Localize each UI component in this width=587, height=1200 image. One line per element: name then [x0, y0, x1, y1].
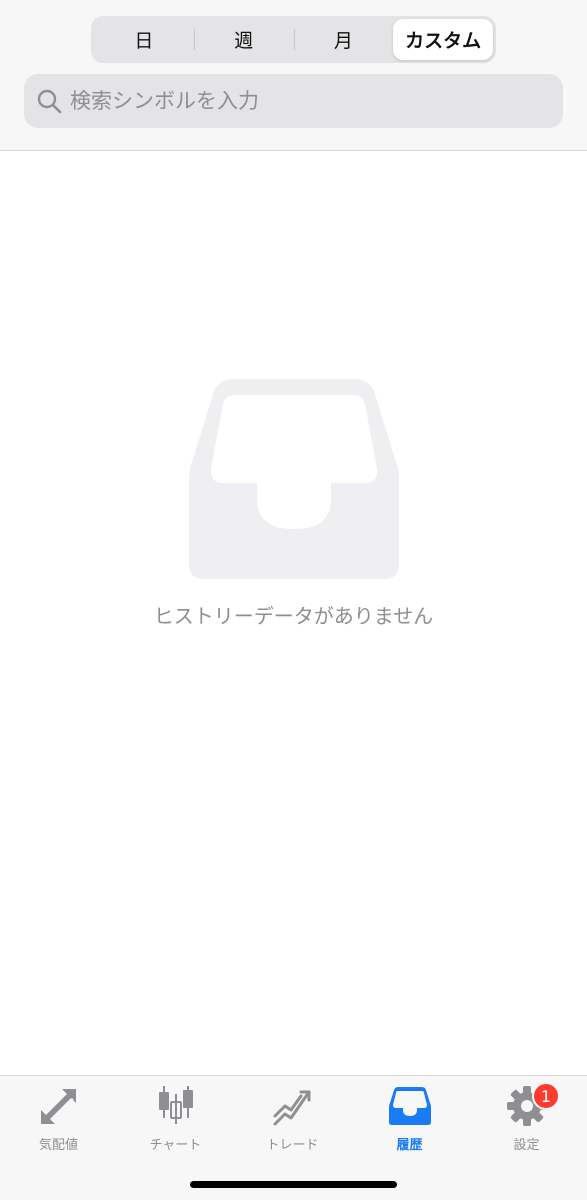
trade-trend-icon — [273, 1090, 310, 1126]
period-tab-custom[interactable]: カスタム — [393, 19, 493, 60]
search-bar[interactable] — [24, 74, 563, 128]
tab-trade[interactable]: トレード — [234, 1084, 351, 1154]
tab-settings[interactable]: 設定 1 — [468, 1082, 585, 1154]
period-tab-day[interactable]: 日 — [94, 19, 194, 60]
inbox-tray-icon — [189, 379, 399, 579]
search-input[interactable] — [70, 89, 550, 113]
tab-trade-label: トレード — [266, 1138, 319, 1153]
period-tab-week[interactable]: 週 — [193, 19, 294, 60]
home-indicator — [190, 1181, 397, 1188]
period-segmented-control: 日 週 月 カスタム — [91, 16, 496, 63]
tab-history-label: 履歴 — [396, 1138, 423, 1153]
tab-quotes-label: 気配値 — [38, 1138, 78, 1153]
tab-chart-label: チャート — [149, 1138, 202, 1153]
history-inbox-icon — [388, 1087, 431, 1125]
tab-chart[interactable]: チャート — [117, 1084, 234, 1154]
quotes-arrows-icon — [40, 1089, 76, 1124]
empty-state-message: ヒストリーデータがありません — [153, 604, 434, 628]
tab-history[interactable]: 履歴 — [351, 1084, 468, 1154]
top-bar: 日 週 月 カスタム — [0, 0, 587, 151]
tab-settings-label: 設定 — [513, 1138, 540, 1153]
period-tab-month[interactable]: 月 — [293, 19, 394, 60]
notification-badge: 1 — [532, 1082, 560, 1110]
candlestick-chart-icon — [158, 1086, 193, 1124]
tab-quotes[interactable]: 気配値 — [0, 1084, 117, 1154]
search-icon — [37, 89, 62, 114]
